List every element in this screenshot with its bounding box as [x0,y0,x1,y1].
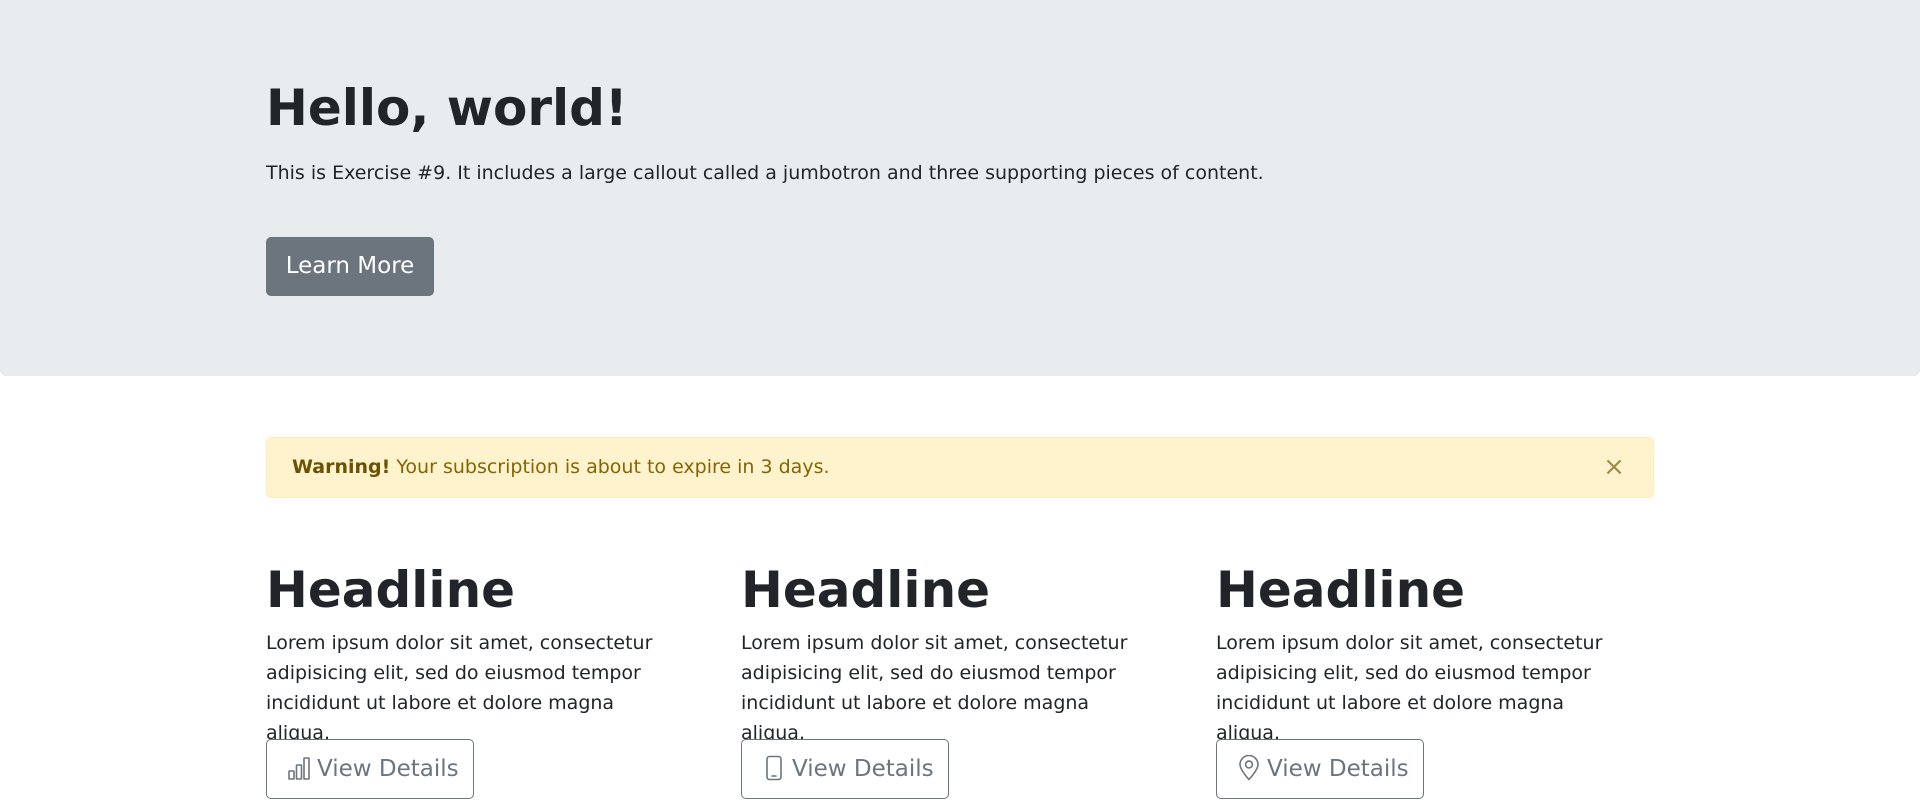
alert-strong: Warning! [292,456,391,478]
column-body: Lorem ipsum dolor sit amet, consectetur … [266,632,653,744]
view-details-button[interactable]: View Details [741,739,949,799]
hero-lead: This is Exercise #9. It includes a large… [266,162,1264,184]
content-column-2: Headline Lorem ipsum dolor sit amet, con… [741,560,1161,799]
phone-icon [762,755,786,781]
column-headline: Headline [741,561,991,619]
learn-more-button[interactable]: Learn More [266,237,434,296]
column-headline: Headline [266,561,516,619]
content-column-1: Headline Lorem ipsum dolor sit amet, con… [266,560,686,799]
bar-chart-icon [287,755,311,781]
warning-alert: Warning! Your subscription is about to e… [266,437,1654,498]
map-pin-icon [1237,754,1261,781]
view-details-label: View Details [317,756,459,782]
column-body: Lorem ipsum dolor sit amet, consectetur … [1216,632,1603,744]
jumbotron [0,0,1920,376]
close-icon[interactable]: × [1599,438,1629,497]
column-headline: Headline [1216,561,1466,619]
column-body: Lorem ipsum dolor sit amet, consectetur … [741,632,1128,744]
view-details-label: View Details [1267,756,1409,782]
view-details-button[interactable]: View Details [266,739,474,799]
hero-title: Hello, world! [266,79,628,137]
alert-message: Your subscription is about to expire in … [390,456,830,478]
view-details-button[interactable]: View Details [1216,739,1424,799]
content-column-3: Headline Lorem ipsum dolor sit amet, con… [1216,560,1636,799]
view-details-label: View Details [792,756,934,782]
